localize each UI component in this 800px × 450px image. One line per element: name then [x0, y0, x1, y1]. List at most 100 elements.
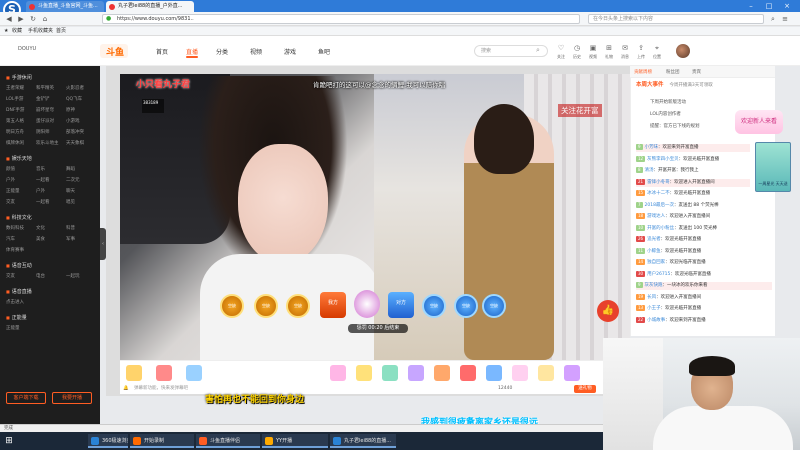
sidebar-category-link[interactable]: 棋牌休闲 [6, 140, 36, 146]
gift-icon[interactable] [356, 365, 372, 381]
pk-seat-icon[interactable]: 空缺 [220, 294, 244, 318]
sidebar-category-link[interactable]: 唱见 [66, 199, 96, 205]
sidebar-section-title[interactable]: 语音互动 [6, 262, 32, 269]
chat-username[interactable]: 小王子 [647, 306, 661, 311]
location-icon[interactable]: ⌖ [650, 44, 664, 53]
sidebar-category-link[interactable]: QQ飞车 [66, 96, 96, 102]
chat-username[interactable]: 2018最后一次 [645, 203, 674, 208]
sidebar-section-title[interactable]: 娱乐天地 [6, 155, 32, 162]
gift-icon[interactable] [330, 365, 346, 381]
bell-icon[interactable]: ✉ [618, 44, 632, 52]
sidebar-category-link[interactable]: 第五人格 [6, 118, 36, 124]
bookmark-item[interactable]: 手机收藏夹 [28, 27, 53, 36]
sidebar-category-link[interactable]: 点击进入 [6, 299, 36, 305]
chat-message[interactable]: 22 小城故事：欢迎来到开富直播 [636, 316, 772, 325]
notice-item[interactable]: 下周开始新版活动 [650, 99, 686, 105]
upload-icon[interactable]: ⇪ [634, 44, 648, 52]
taskbar-item[interactable]: 360极速浏览 [88, 434, 128, 448]
sidebar-category-link[interactable]: 交友 [6, 199, 36, 205]
sidebar-category-link[interactable]: 欢乐斗地主 [36, 140, 66, 146]
sidebar-category-link[interactable]: 正能量 [6, 325, 36, 331]
sidebar-section-title[interactable]: 手游休闲 [6, 74, 32, 81]
menu-icon[interactable]: ≡ [780, 14, 790, 24]
chat-username[interactable]: 清汤 [645, 168, 654, 173]
gift-icon[interactable] [186, 365, 202, 381]
taskbar-item[interactable]: YY开播 [262, 434, 328, 448]
side-promo-card[interactable]: 一周星光 天天送 [755, 142, 791, 192]
sidebar-category-link[interactable]: 聊天 [66, 188, 96, 194]
sidebar-category-link[interactable]: 和平精英 [36, 85, 66, 91]
chat-message[interactable]: 15 冰冰十二不：欢迎光临开富直播 [636, 190, 750, 198]
notice-item[interactable]: LOL内容创作者 [650, 111, 681, 117]
minimize-button[interactable]: – [742, 0, 760, 12]
sidebar-category-link[interactable]: 阴阳师 [36, 129, 66, 135]
douyu-logo[interactable]: 斗鱼 [100, 44, 128, 58]
chat-username[interactable]: 灰灰快跑 [645, 283, 663, 288]
chat-message[interactable]: 13 小王子：欢迎光临开富直播 [636, 305, 772, 313]
sidebar-category-link[interactable]: 电台 [36, 273, 66, 279]
chat-message[interactable]: 14 独自回家：欢迎光临开富直播 [636, 259, 772, 267]
sidebar-category-link[interactable]: 数码科技 [6, 225, 36, 231]
sidebar-category-link[interactable]: 体育赛事 [6, 247, 36, 253]
sidebar-category-link[interactable]: 文化 [36, 225, 66, 231]
sidebar-category-link[interactable]: LOL手游 [6, 96, 36, 102]
forward-icon[interactable]: ▶ [16, 14, 26, 24]
chat-message[interactable]: 9 灰灰快跑：一块冰的欢乐你来看 [636, 282, 772, 290]
chat-message[interactable]: 30 用户26715：欢迎光临开富直播 [636, 270, 772, 279]
search-icon[interactable]: ⌕ [536, 46, 540, 55]
taskbar-item[interactable]: 丸子君lei88的直播... [330, 434, 396, 448]
sidebar-category-link[interactable]: 二次元 [66, 177, 96, 183]
browser-tab-1[interactable]: 斗鱼直播_斗鱼官网_斗鱼... [26, 1, 104, 12]
sidebar-category-link[interactable]: 蛋仔派对 [36, 118, 66, 124]
chat-message[interactable]: 9 小芳味：欢迎来到开富直播 [636, 144, 750, 152]
pk-seat-icon[interactable]: 空缺 [454, 294, 478, 318]
chat-username[interactable]: 长风 [647, 295, 656, 300]
sidebar-category-link[interactable]: 军事 [66, 236, 96, 242]
sidebar-category-link[interactable]: 汽车 [6, 236, 36, 242]
chat-username[interactable]: 灰熊李四小宝贝 [647, 157, 679, 162]
gift-icon[interactable] [382, 365, 398, 381]
sidebar-category-link[interactable]: 王者荣耀 [6, 85, 36, 91]
chat-message[interactable]: 10 开富的小粉丝：友送出 100 荧光棒 [636, 224, 772, 233]
chat-username[interactable]: 游戏达人 [647, 214, 665, 219]
chat-username[interactable]: 独自回家 [647, 260, 665, 265]
sidebar-category-link[interactable]: 金铲铲 [36, 96, 66, 102]
sidebar-category-link[interactable]: 明日方舟 [6, 129, 36, 135]
download-client-button[interactable]: 客户端下载 [6, 392, 46, 404]
sidebar-category-link[interactable]: 部落冲突 [66, 129, 96, 135]
chat-username[interactable]: 追光者 [647, 237, 661, 242]
chat-message[interactable]: 26 追光者：欢迎光临开富直播 [636, 236, 772, 244]
chat-input-bar[interactable]: 🔔 弹幕新功能，快来发弹幕吧 12440 送礼物 [120, 384, 630, 394]
tab-vip[interactable]: 贵宾 [692, 69, 701, 75]
sidebar-section-title[interactable]: 科技文化 [6, 214, 32, 221]
bookmark-item[interactable]: 收藏 [12, 27, 22, 36]
search-icon[interactable]: ⌕ [768, 14, 778, 24]
gift-icon[interactable] [564, 365, 580, 381]
gift-icon[interactable] [486, 365, 502, 381]
chat-username[interactable]: 小鲸鱼 [647, 249, 661, 254]
sidebar-category-link[interactable]: 颜值 [6, 166, 36, 172]
gift-icon[interactable] [460, 365, 476, 381]
gift-icon[interactable] [126, 365, 142, 381]
bookmark-item[interactable]: 首页 [56, 27, 66, 36]
promo-badge[interactable]: 欢迎新人来看 [735, 110, 783, 134]
chat-username[interactable]: 用户26715 [647, 272, 670, 277]
chat-username[interactable]: 雷锋小冬哥 [647, 180, 670, 185]
sidebar-category-link[interactable]: 户外 [36, 188, 66, 194]
nav-home[interactable]: 首页 [156, 47, 168, 56]
nav-category[interactable]: 分类 [216, 47, 228, 56]
browser-tab-2[interactable]: 丸子君lei88的直播_户外直... [106, 1, 194, 12]
pk-seat-icon[interactable]: 空缺 [482, 294, 506, 318]
chat-username[interactable]: 小芳味 [645, 145, 659, 150]
start-broadcast-button[interactable]: 我要开播 [52, 392, 92, 404]
gift-icon[interactable] [408, 365, 424, 381]
sidebar-category-link[interactable]: 科普 [66, 225, 96, 231]
send-gift-button[interactable]: 送礼物 [574, 385, 596, 393]
sidebar-category-link[interactable]: DNF手游 [6, 107, 36, 113]
pk-seat-icon[interactable]: 空缺 [422, 294, 446, 318]
chat-message[interactable]: 8 清汤：开富开富：我行我上 [636, 167, 750, 175]
pk-seat-icon[interactable]: 空缺 [254, 294, 278, 318]
history-icon[interactable]: ◷ [570, 44, 584, 52]
taskbar-item[interactable]: 斗鱼直播伴侣 [196, 434, 260, 448]
sidebar-category-link[interactable]: 户外 [6, 177, 36, 183]
